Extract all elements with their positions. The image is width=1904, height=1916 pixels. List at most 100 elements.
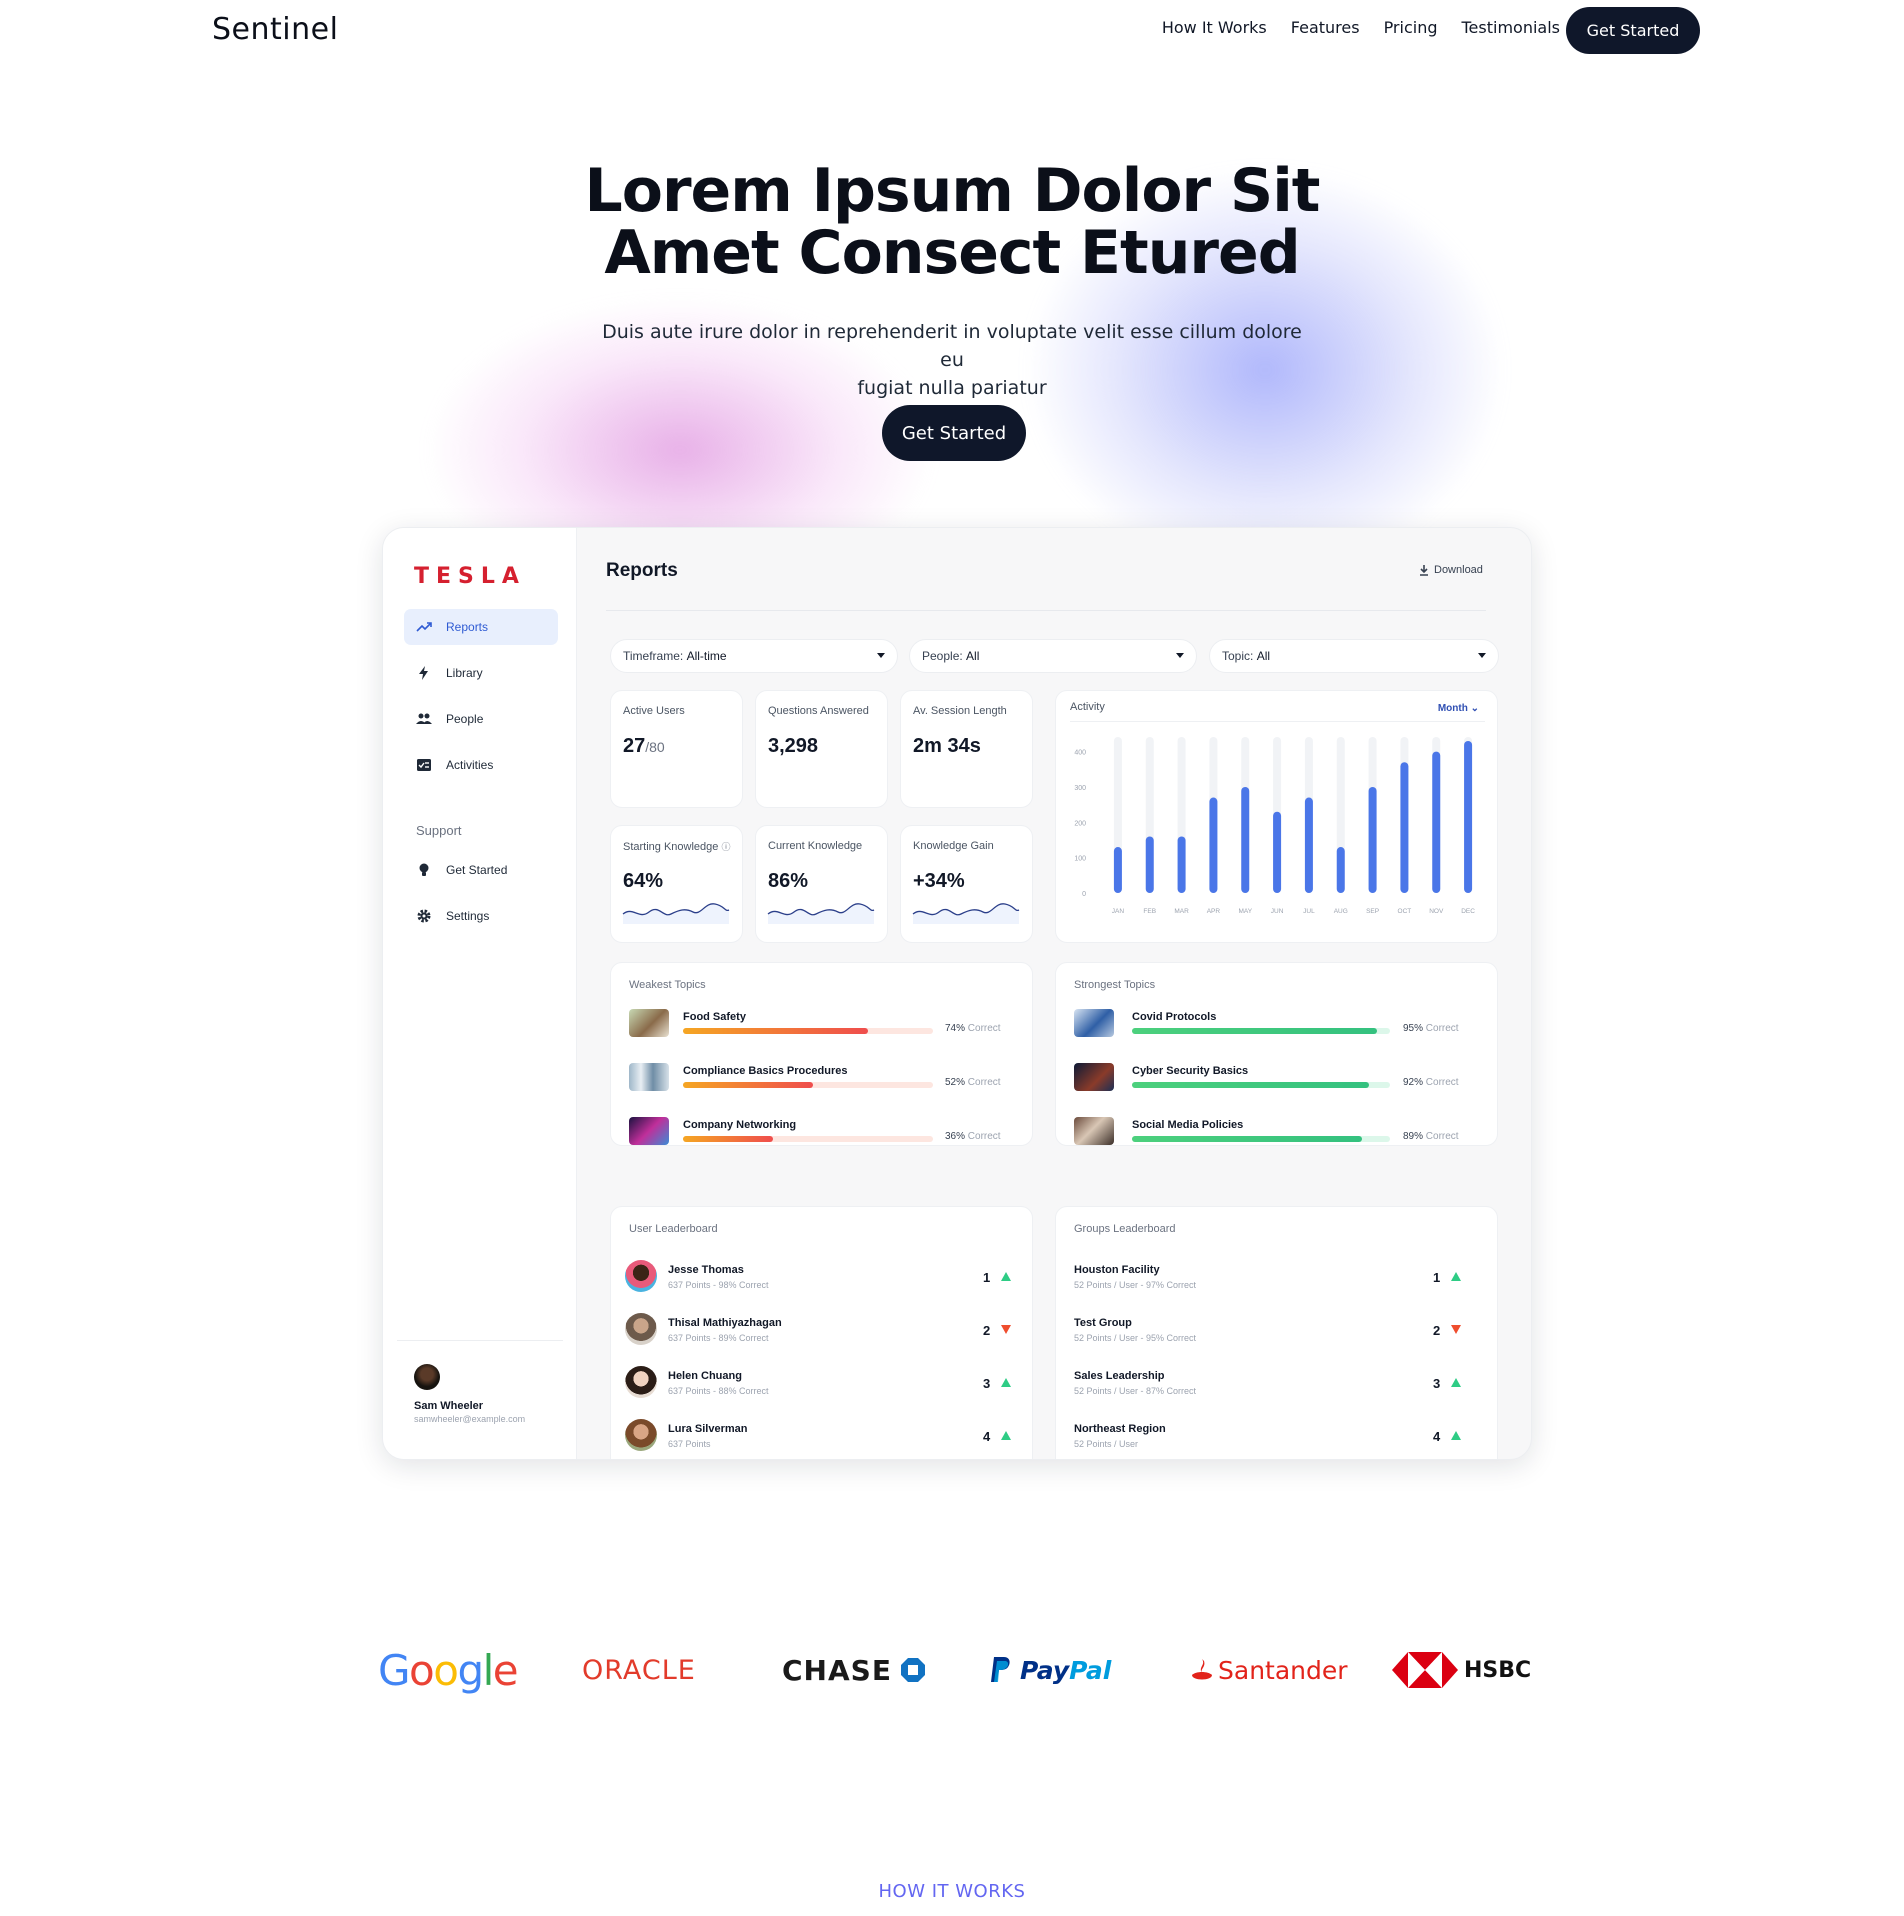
y-tick-label: 300: [1074, 785, 1086, 792]
trend-up-icon: [1001, 1272, 1011, 1281]
hero-get-started-button[interactable]: Get Started: [882, 405, 1026, 461]
leaderboard-name: Lura Silverman: [668, 1423, 748, 1435]
bar-apr[interactable]: [1209, 797, 1218, 893]
leaderboard-rank: 4: [1433, 1429, 1441, 1444]
nav-link-testimonials[interactable]: Testimonials: [1462, 18, 1561, 37]
stat-number: 27: [623, 735, 646, 757]
topic-filter[interactable]: Topic: All: [1209, 639, 1499, 673]
topic-percent-tail: Correct: [967, 1131, 1001, 1142]
avatar: [625, 1260, 657, 1292]
sidebar-item-library[interactable]: Library: [404, 655, 558, 691]
bar-sep[interactable]: [1368, 786, 1377, 893]
topic-progress-fill: [1132, 1028, 1378, 1034]
stat-label: Av. Session Length: [913, 705, 1007, 717]
trend-up-icon: [1451, 1272, 1461, 1281]
topic-percent-tail: Correct: [1425, 1077, 1459, 1088]
trend-up-icon: [1451, 1378, 1461, 1387]
bar-feb[interactable]: [1145, 836, 1154, 893]
bar-oct[interactable]: [1400, 762, 1409, 893]
chase-logo-text: CHASE: [782, 1653, 892, 1687]
bar-jan[interactable]: [1113, 847, 1122, 893]
header-divider: [606, 610, 1486, 611]
bar-may[interactable]: [1241, 786, 1250, 893]
topic-progress-fill: [1132, 1136, 1362, 1142]
sidebar-item-activities[interactable]: Activities: [404, 747, 558, 783]
nav-get-started-button[interactable]: Get Started: [1566, 7, 1700, 54]
topic-percent-value: 36%: [945, 1131, 966, 1142]
stat-label: Knowledge Gain: [913, 840, 994, 852]
topic-percent-tail: Correct: [1425, 1131, 1459, 1142]
stat-value: +34%: [913, 870, 965, 892]
download-button[interactable]: Download: [1418, 564, 1483, 576]
lightbulb-icon: [419, 863, 429, 876]
sidebar-item-label: Reports: [446, 620, 489, 634]
leaderboard-rank: 1: [1433, 1270, 1441, 1285]
user-leaderboard-title: User Leaderboard: [629, 1223, 718, 1235]
stat-label: Current Knowledge: [768, 840, 863, 852]
strongest-topics-title: Strongest Topics: [1074, 979, 1156, 991]
info-icon[interactable]: ⓘ: [721, 842, 730, 852]
sidebar-item-reports[interactable]: Reports: [404, 609, 558, 645]
stat-label: Questions Answered: [768, 705, 869, 717]
leaderboard-name: Sales Leadership: [1074, 1370, 1165, 1382]
leaderboard-rank: 1: [983, 1270, 991, 1285]
bar-mar[interactable]: [1177, 836, 1186, 893]
people-filter[interactable]: People: All: [909, 639, 1197, 673]
bar-aug[interactable]: [1336, 847, 1345, 893]
stat-suffix: /80: [645, 739, 665, 755]
hero-subtitle: Duis aute irure dolor in reprehenderit i…: [600, 318, 1304, 402]
chase-octagon-icon: [900, 1658, 925, 1682]
sidebar-item-label: Library: [446, 666, 483, 680]
strongest-topics-card: Strongest Topics Covid Protocols 95% Corr…: [1055, 962, 1498, 1146]
leaderboard-detail: 637 Points - 88% Correct: [668, 1386, 769, 1396]
stat-value: 27/80: [623, 735, 665, 758]
bar-nov[interactable]: [1432, 751, 1441, 893]
avatar[interactable]: [414, 1364, 440, 1390]
x-tick-label: APR: [1207, 908, 1221, 915]
x-tick-label: MAR: [1174, 908, 1189, 915]
topic-thumbnail: [1074, 1009, 1114, 1037]
topic-thumbnail: [1074, 1117, 1114, 1145]
gear-icon: [417, 909, 431, 923]
nav-link-pricing[interactable]: Pricing: [1384, 18, 1438, 37]
hero-title: Lorem Ipsum Dolor Sit Amet Consect Eture…: [0, 160, 1904, 284]
chevron-down-icon: [877, 653, 885, 658]
user-name: Sam Wheeler: [414, 1400, 484, 1412]
chevron-down-icon: [1176, 653, 1184, 658]
y-tick-label: 400: [1074, 750, 1086, 757]
sidebar-item-people[interactable]: People: [404, 701, 558, 737]
site-logo[interactable]: Sentinel: [212, 12, 338, 47]
topic-name: Compliance Basics Procedures: [683, 1065, 848, 1077]
stat-value: 86%: [768, 870, 809, 892]
chevron-down-icon: [1478, 653, 1486, 658]
leaderboard-rank: 2: [1433, 1323, 1441, 1338]
paypal-p-icon: [991, 1657, 1010, 1682]
bar-jun[interactable]: [1273, 811, 1282, 893]
hsbc-logo: HSBC: [1392, 1640, 1531, 1700]
trend-up-icon: [1001, 1378, 1011, 1387]
bar-dec[interactable]: [1464, 741, 1473, 893]
trend-up-icon: [1001, 1431, 1011, 1440]
bar-jul[interactable]: [1304, 797, 1313, 893]
trend-up-icon: [1451, 1431, 1461, 1440]
nav-link-features[interactable]: Features: [1291, 18, 1360, 37]
leaderboard-detail: 52 Points / User - 97% Correct: [1074, 1280, 1197, 1290]
filter-value: All: [1256, 649, 1271, 663]
leaderboard-detail: 637 Points - 98% Correct: [668, 1280, 769, 1290]
sidebar-item-settings[interactable]: Settings: [404, 898, 558, 934]
topic-thumbnail: [629, 1009, 669, 1037]
leaderboard-detail: 52 Points / User - 95% Correct: [1074, 1333, 1197, 1343]
topic-progress-fill: [683, 1028, 868, 1034]
sidebar-item-get-started[interactable]: Get Started: [404, 852, 558, 888]
topic-percent: 52% Correct: [945, 1077, 1001, 1088]
leaderboard-detail: 52 Points / User - 87% Correct: [1074, 1386, 1197, 1396]
nav-link-how-it-works[interactable]: How It Works: [1162, 18, 1267, 37]
trend-down-icon: [1001, 1325, 1011, 1334]
activity-bar-chart: 0 100 200 300 400 JAN FEB MAR APR MAY JUN JUL AUG SEP…: [1074, 737, 1475, 915]
topic-percent-value: 95%: [1403, 1023, 1424, 1034]
sidebar-item-label: Settings: [446, 909, 490, 923]
x-tick-label: DEC: [1461, 908, 1475, 915]
hsbc-logo-text: HSBC: [1464, 1657, 1532, 1683]
timeframe-filter[interactable]: Timeframe: All-time: [610, 639, 898, 673]
oracle-logo: ORACLE: [582, 1654, 696, 1686]
